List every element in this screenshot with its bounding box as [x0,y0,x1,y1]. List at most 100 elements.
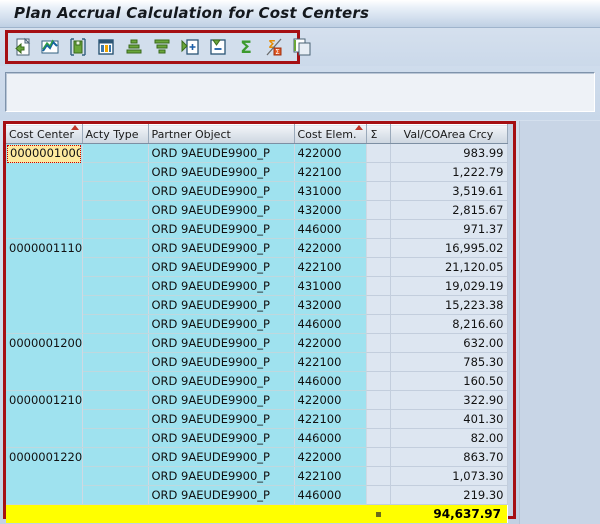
detail-icon[interactable] [12,37,32,57]
cell-cost-center[interactable] [6,314,83,334]
cell-acty-type[interactable] [82,276,149,296]
cell-partner-object[interactable]: ORD 9AEUDE9900_P [148,485,295,505]
collapse-hierarchy-icon[interactable] [208,37,228,57]
cell-partner-object[interactable]: ORD 9AEUDE9900_P [148,466,295,486]
cell-sigma[interactable] [366,162,391,182]
cell-cost-center[interactable] [6,181,83,201]
cell-cost-center[interactable]: 0000001220 [6,447,83,467]
cell-sigma[interactable] [366,352,391,372]
cell-acty-type[interactable] [82,371,149,391]
save-layout-icon[interactable] [68,37,88,57]
cell-cost-elem[interactable]: 422000 [294,143,367,163]
table-row[interactable]: ORD 9AEUDE9900_P 422100 785.30 [6,352,508,372]
table-row[interactable]: 0000001210 ORD 9AEUDE9900_P 422000 322.90 [6,390,508,410]
column-header-sigma[interactable]: Σ [366,124,391,144]
cell-partner-object[interactable]: ORD 9AEUDE9900_P [148,143,295,163]
graphic-icon[interactable] [40,37,60,57]
cell-sigma[interactable] [366,447,391,467]
cell-sigma[interactable] [366,466,391,486]
cell-acty-type[interactable] [82,485,149,505]
cell-val-coarea-crcy[interactable]: 21,120.05 [390,257,508,277]
cell-partner-object[interactable]: ORD 9AEUDE9900_P [148,257,295,277]
cell-cost-center[interactable]: 0000001110 [6,238,83,258]
cell-partner-object[interactable]: ORD 9AEUDE9900_P [148,428,295,448]
cell-val-coarea-crcy[interactable]: 8,216.60 [390,314,508,334]
cell-val-coarea-crcy[interactable]: 19,029.19 [390,276,508,296]
delete-subtotal-icon[interactable]: Σ Σ [264,37,284,57]
table-row[interactable]: ORD 9AEUDE9900_P 446000 219.30 [6,485,508,505]
column-header-partner-object[interactable]: Partner Object [148,124,295,144]
table-row[interactable]: 0000001110 ORD 9AEUDE9900_P 422000 16,995.0… [6,238,508,258]
expand-hierarchy-icon[interactable] [180,37,200,57]
cell-sigma[interactable] [366,409,391,429]
table-row[interactable]: 0000001200 ORD 9AEUDE9900_P 422000 632.00 [6,333,508,353]
cell-partner-object[interactable]: ORD 9AEUDE9900_P [148,447,295,467]
cell-partner-object[interactable]: ORD 9AEUDE9900_P [148,352,295,372]
cell-sigma[interactable] [366,485,391,505]
total-sum-icon[interactable]: Σ [236,37,256,58]
cell-val-coarea-crcy[interactable]: 219.30 [390,485,508,505]
cell-sigma[interactable] [366,143,391,163]
cell-cost-elem[interactable]: 446000 [294,428,367,448]
cell-val-coarea-crcy[interactable]: 863.70 [390,447,508,467]
cell-partner-object[interactable]: ORD 9AEUDE9900_P [148,219,295,239]
cell-acty-type[interactable] [82,295,149,315]
cell-sigma[interactable] [366,371,391,391]
cell-partner-object[interactable]: ORD 9AEUDE9900_P [148,276,295,296]
cell-partner-object[interactable]: ORD 9AEUDE9900_P [148,181,295,201]
cell-cost-center[interactable]: 0000001000 [6,143,83,163]
cell-cost-elem[interactable]: 432000 [294,200,367,220]
cell-acty-type[interactable] [82,143,149,163]
selected-cell-value[interactable]: 0000001000 [7,145,81,163]
cell-cost-center[interactable] [6,219,83,239]
cell-val-coarea-crcy[interactable]: 15,223.38 [390,295,508,315]
table-row[interactable]: ORD 9AEUDE9900_P 432000 2,815.67 [6,200,508,220]
table-row[interactable]: ORD 9AEUDE9900_P 431000 19,029.19 [6,276,508,296]
cell-cost-elem[interactable]: 422100 [294,466,367,486]
cell-partner-object[interactable]: ORD 9AEUDE9900_P [148,238,295,258]
cell-sigma[interactable] [366,333,391,353]
copy-icon[interactable] [292,37,312,57]
cell-acty-type[interactable] [82,257,149,277]
cell-partner-object[interactable]: ORD 9AEUDE9900_P [148,333,295,353]
cell-cost-center[interactable] [6,257,83,277]
cell-acty-type[interactable] [82,333,149,353]
cell-acty-type[interactable] [82,352,149,372]
cell-cost-center[interactable] [6,276,83,296]
cell-sigma[interactable] [366,200,391,220]
cell-sigma[interactable] [366,390,391,410]
cell-cost-elem[interactable]: 422000 [294,238,367,258]
column-header-acty-type[interactable]: Acty Type [82,124,149,144]
choose-layout-icon[interactable] [96,37,116,57]
cell-cost-elem[interactable]: 422100 [294,352,367,372]
table-row[interactable]: ORD 9AEUDE9900_P 422100 21,120.05 [6,257,508,277]
cell-acty-type[interactable] [82,238,149,258]
cell-cost-elem[interactable]: 431000 [294,276,367,296]
cell-val-coarea-crcy[interactable]: 971.37 [390,219,508,239]
cell-cost-elem[interactable]: 432000 [294,295,367,315]
cell-acty-type[interactable] [82,409,149,429]
cell-sigma[interactable] [366,276,391,296]
cell-partner-object[interactable]: ORD 9AEUDE9900_P [148,390,295,410]
cell-acty-type[interactable] [82,428,149,448]
table-row[interactable]: ORD 9AEUDE9900_P 446000 971.37 [6,219,508,239]
cell-sigma[interactable] [366,428,391,448]
cell-sigma[interactable] [366,238,391,258]
sort-ascending-icon[interactable] [124,37,144,57]
cell-cost-center[interactable] [6,409,83,429]
cell-sigma[interactable] [366,257,391,277]
cell-cost-center[interactable] [6,428,83,448]
cell-acty-type[interactable] [82,466,149,486]
table-row[interactable]: ORD 9AEUDE9900_P 422100 401.30 [6,409,508,429]
table-row[interactable]: ORD 9AEUDE9900_P 446000 82.00 [6,428,508,448]
table-row[interactable]: ORD 9AEUDE9900_P 446000 160.50 [6,371,508,391]
cell-acty-type[interactable] [82,219,149,239]
table-row[interactable]: ORD 9AEUDE9900_P 432000 15,223.38 [6,295,508,315]
cell-val-coarea-crcy[interactable]: 983.99 [390,143,508,163]
table-row[interactable]: ORD 9AEUDE9900_P 422100 1,222.79 [6,162,508,182]
cell-sigma[interactable] [366,295,391,315]
cell-sigma[interactable] [366,181,391,201]
cell-val-coarea-crcy[interactable]: 785.30 [390,352,508,372]
cell-val-coarea-crcy[interactable]: 322.90 [390,390,508,410]
cell-cost-elem[interactable]: 446000 [294,371,367,391]
